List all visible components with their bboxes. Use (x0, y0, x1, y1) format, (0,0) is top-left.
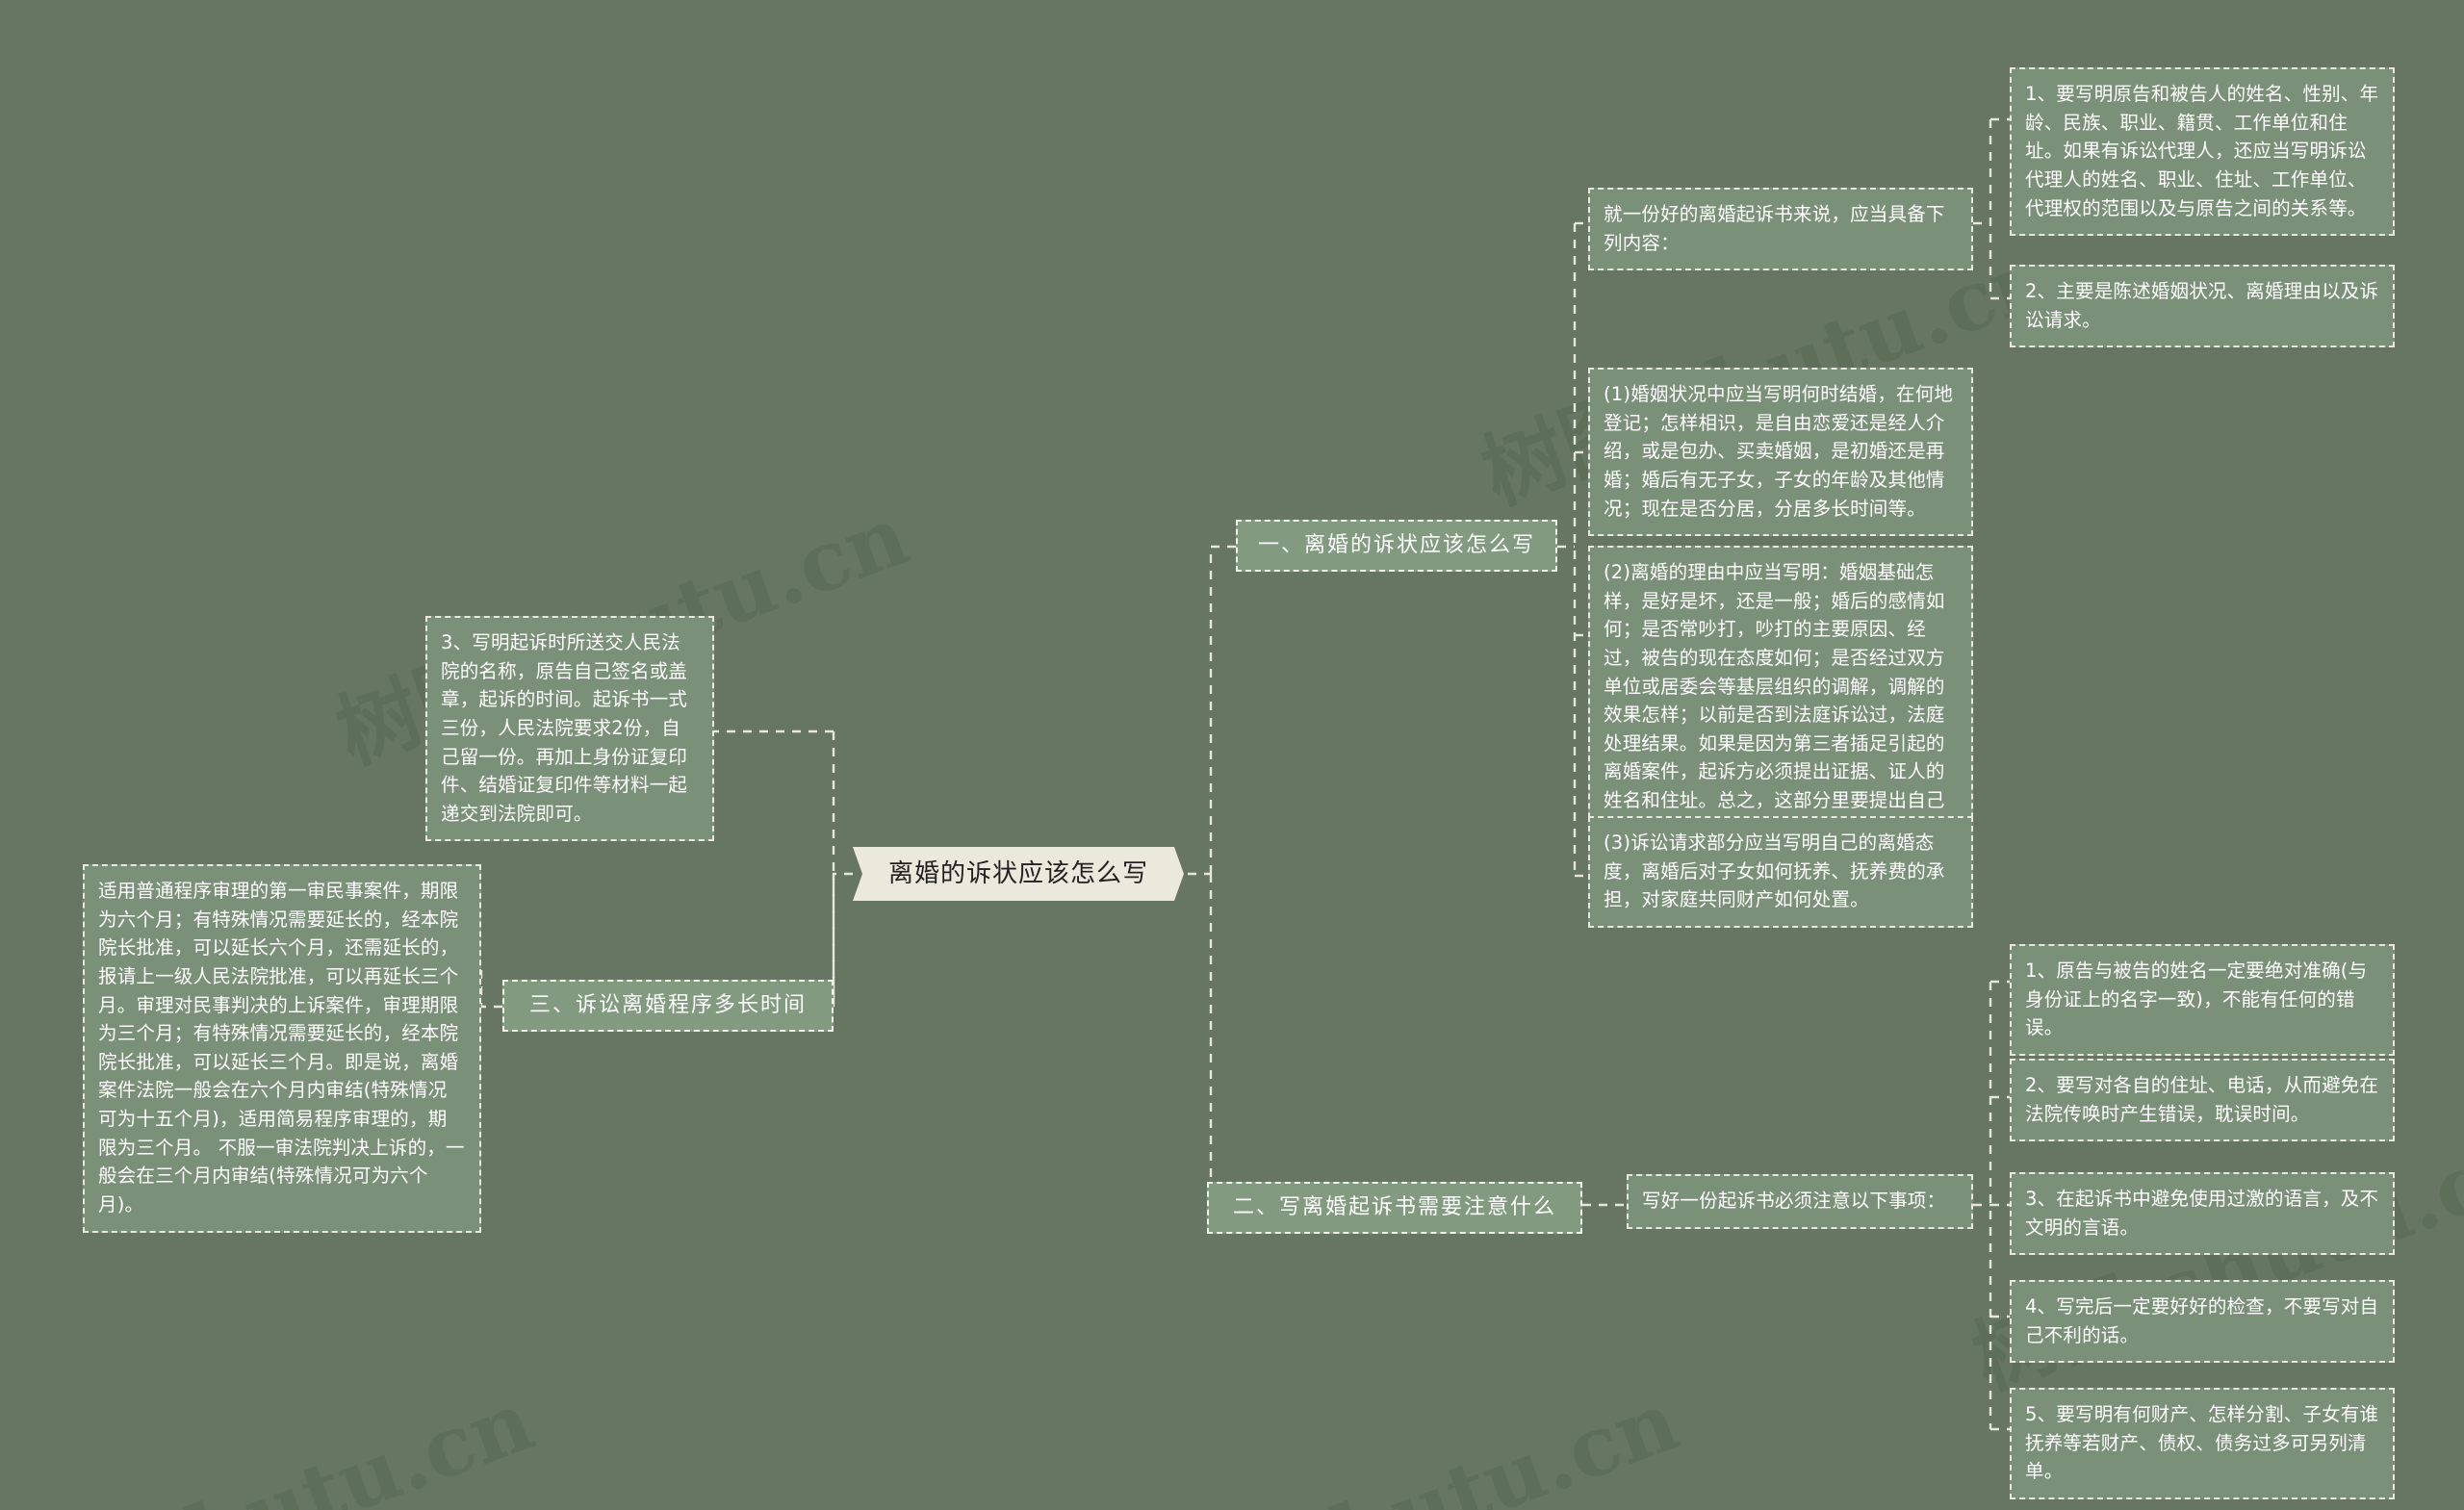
branch-1-point-1[interactable]: (1)婚姻状况中应当写明何时结婚，在何地登记；怎样相识，是自由恋爱还是经人介绍，… (1588, 368, 1973, 537)
branch-1-intro-item-2[interactable]: 2、主要是陈述婚姻状况、离婚理由以及诉讼请求。 (2010, 265, 2395, 348)
watermark-4: 树图 shutu.cn (1088, 1354, 1692, 1510)
branch-2-intro-node[interactable]: 写好一份起诉书必须注意以下事项： (1627, 1174, 1973, 1229)
branch-2-item-4[interactable]: 4、写完后一定要好好的检查，不要写对自己不利的话。 (2010, 1280, 2395, 1364)
branch-2-item-1[interactable]: 1、原告与被告的姓名一定要绝对准确(与身份证上的名字一致)，不能有任何的错误。 (2010, 944, 2395, 1056)
branch-2-item-2[interactable]: 2、要写对各自的住址、电话，从而避免在法院传唤时产生错误，耽误时间。 (2010, 1059, 2395, 1142)
branch-2-item-3[interactable]: 3、在起诉书中避免使用过激的语言，及不文明的言语。 (2010, 1172, 2395, 1256)
root-node[interactable]: 离婚的诉状应该怎么写 (853, 847, 1184, 901)
branch-1-point-2[interactable]: (2)离婚的理由中应当写明：婚姻基础怎样，是好是坏，还是一般；婚后的感情如何；是… (1588, 546, 1973, 857)
branch-3-detail[interactable]: 适用普通程序审理的第一审民事案件，期限为六个月；有特殊情况需要延长的，经本院院长… (83, 864, 481, 1233)
watermark-3: 树图 shutu.cn (0, 1354, 547, 1510)
branch-1-intro-item-1[interactable]: 1、要写明原告和被告人的姓名、性别、年龄、民族、职业、籍贯、工作单位和住址。如果… (2010, 67, 2395, 237)
branch-2-item-5[interactable]: 5、要写明有何财产、怎样分割、子女有谁抚养等若财产、债权、债务过多可另列清单。 (2010, 1388, 2395, 1499)
branch-1-intro-node[interactable]: 就一份好的离婚起诉书来说，应当具备下列内容： (1588, 188, 1973, 271)
branch-1-point-3[interactable]: (3)诉讼请求部分应当写明自己的离婚态度，离婚后对子女如何抚养、抚养费的承担，对… (1588, 816, 1973, 928)
branch-node-1[interactable]: 一、离婚的诉状应该怎么写 (1236, 520, 1557, 573)
branch-node-2[interactable]: 二、写离婚起诉书需要注意什么 (1207, 1182, 1582, 1235)
branch-node-3[interactable]: 三、诉讼离婚程序多长时间 (502, 980, 834, 1033)
branch-left-top-detail[interactable]: 3、写明起诉时所送交人民法院的名称，原告自己签名或盖章，起诉的时间。起诉书一式三… (425, 616, 714, 842)
